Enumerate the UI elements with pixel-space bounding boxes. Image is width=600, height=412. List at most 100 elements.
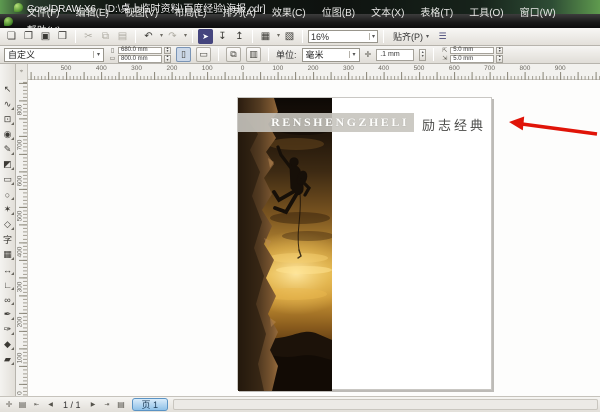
landscape-button[interactable]: ▭ bbox=[196, 47, 211, 62]
last-page-button[interactable]: ⇥ bbox=[102, 399, 113, 411]
table-tool-icon[interactable]: ▦ bbox=[0, 247, 15, 262]
drawing-area[interactable]: RENSHENGZHELI 励志经典 bbox=[28, 80, 600, 396]
ruler-ticks bbox=[28, 72, 600, 80]
menu-bar: 文件(F) 编辑(E) 视图(V) 布局(L) 排列(A) 效果(C) 位图(B) 文本(X)… bbox=[0, 8, 600, 37]
vruler-label: 100 bbox=[16, 352, 24, 364]
menu-item[interactable]: 表格(T) bbox=[412, 8, 461, 19]
page-height-field[interactable]: 800.0 mm bbox=[118, 55, 162, 63]
add-page-front-button[interactable]: ▤ bbox=[17, 399, 28, 411]
dimension-tool-icon[interactable]: ↔ bbox=[0, 262, 15, 277]
hruler-label: 100 bbox=[272, 65, 284, 72]
poster-cn-title[interactable]: 励志经典 bbox=[422, 115, 486, 134]
print-icon[interactable]: ❒ bbox=[55, 29, 70, 44]
current-page-icon: ▥ bbox=[249, 49, 258, 59]
poster-title-banner[interactable]: RENSHENGZHELI bbox=[238, 113, 414, 132]
hruler-label: 300 bbox=[131, 65, 143, 72]
menu-item[interactable]: 视图(V) bbox=[117, 8, 166, 19]
menu-item[interactable]: 编辑(E) bbox=[68, 8, 117, 19]
application-launcher-icon[interactable]: ▦ bbox=[258, 29, 280, 44]
fill-tool-icon[interactable]: ◆ bbox=[0, 337, 15, 352]
polygon-tool-icon[interactable]: ✶ bbox=[0, 202, 15, 217]
crop-tool-icon[interactable]: ⊡ bbox=[0, 112, 15, 127]
menu-item[interactable]: 窗口(W) bbox=[512, 8, 564, 19]
all-pages-button[interactable]: ⧉ bbox=[226, 47, 241, 62]
page-height-spinner[interactable]: ▲ ▼ bbox=[164, 55, 171, 63]
toolbar-separator bbox=[192, 30, 193, 43]
blend-tool-icon[interactable]: ∞ bbox=[0, 292, 15, 307]
ruler-origin[interactable]: ⌖ bbox=[16, 64, 28, 80]
zoom-level-select[interactable]: 16% ▾ bbox=[308, 30, 378, 43]
freehand-tool-icon[interactable]: ✎ bbox=[0, 142, 15, 157]
current-page-button[interactable]: ▥ bbox=[246, 47, 261, 62]
sunset-climb-illustration bbox=[238, 98, 332, 391]
propbar-separator bbox=[268, 48, 269, 61]
propbar-separator bbox=[433, 48, 435, 61]
basic-shapes-tool-icon[interactable]: ◇ bbox=[0, 217, 15, 232]
portrait-icon: ▯ bbox=[181, 49, 186, 59]
duplicate-y-spinner[interactable]: ▲ ▼ bbox=[496, 55, 504, 63]
export-icon[interactable]: ↥ bbox=[232, 29, 247, 44]
cut-icon[interactable]: ✂ bbox=[81, 29, 96, 44]
horizontal-scrollbar[interactable] bbox=[173, 399, 598, 410]
hruler-label: 700 bbox=[484, 65, 496, 72]
smart-fill-tool-icon[interactable]: ◩ bbox=[0, 157, 15, 172]
first-page-button[interactable]: ⇤ bbox=[31, 399, 42, 411]
next-page-button[interactable]: ▶ bbox=[88, 399, 99, 411]
previous-page-button[interactable]: ◀ bbox=[45, 399, 56, 411]
vruler-label: 600 bbox=[16, 175, 24, 187]
zoom-tool-icon[interactable]: ◉ bbox=[0, 127, 15, 142]
options-button[interactable]: ☰ bbox=[435, 29, 450, 44]
coreldraw-window: CorelDRAW X6 - [D:\桌上临时资料\百度经验\海报.cdr] 文… bbox=[0, 0, 600, 412]
page-tab[interactable]: 页 1 bbox=[131, 398, 169, 411]
chevron-down-icon: ▾ bbox=[426, 34, 430, 40]
duplicate-x-field[interactable]: 5.0 mm bbox=[450, 46, 495, 54]
pick-tool-icon[interactable]: ↖ bbox=[0, 82, 15, 97]
text-tool-icon[interactable]: 字 bbox=[0, 232, 15, 247]
chevron-down-icon: ▾ bbox=[348, 51, 356, 58]
ellipse-tool-icon[interactable]: ○ bbox=[0, 187, 15, 202]
toolbar-separator bbox=[75, 30, 76, 43]
page-width-spinner[interactable]: ▲ ▼ bbox=[164, 46, 171, 54]
units-select[interactable]: 毫米 ▾ bbox=[301, 47, 360, 62]
duplicate-x-spinner[interactable]: ▲ ▼ bbox=[496, 46, 504, 54]
nudge-offset-field[interactable]: .1 mm bbox=[376, 48, 415, 61]
menu-item[interactable]: 文件(F) bbox=[19, 8, 68, 19]
page-width-field[interactable]: 680.0 mm bbox=[118, 46, 162, 54]
welcome-screen-icon[interactable]: ▧ bbox=[282, 29, 297, 44]
import-icon[interactable]: ↧ bbox=[215, 29, 230, 44]
vertical-ruler[interactable]: 800 700 600 500 400 300 200 100 0 bbox=[16, 80, 28, 396]
redo-icon[interactable]: ↷ bbox=[165, 29, 187, 44]
menu-item[interactable]: 效果(C) bbox=[264, 8, 314, 19]
climber-photo[interactable] bbox=[238, 98, 332, 391]
menu-item[interactable]: 排列(A) bbox=[215, 8, 264, 19]
duplicate-y-icon: ⇲ bbox=[442, 56, 448, 63]
rectangle-tool-icon[interactable]: ▭ bbox=[0, 172, 15, 187]
duplicate-y-field[interactable]: 5.0 mm bbox=[450, 55, 495, 63]
paste-icon[interactable]: ▤ bbox=[115, 29, 130, 44]
new-document-icon[interactable]: ❏ bbox=[4, 29, 19, 44]
open-icon[interactable]: ❐ bbox=[21, 29, 36, 44]
poster-page[interactable]: RENSHENGZHELI 励志经典 bbox=[237, 97, 492, 391]
undo-icon[interactable]: ↶ bbox=[141, 29, 163, 44]
add-page-end-button[interactable]: ▤ bbox=[116, 399, 127, 411]
hruler-label: 400 bbox=[378, 65, 390, 72]
shape-tool-icon[interactable]: ∿ bbox=[0, 97, 15, 112]
menu-item[interactable]: 文本(X) bbox=[363, 8, 412, 19]
copy-icon[interactable]: ⧉ bbox=[98, 29, 113, 44]
connector-tool-icon[interactable]: ∟ bbox=[0, 277, 15, 292]
search-content-icon[interactable]: ➤ bbox=[198, 29, 213, 44]
menu-item[interactable]: 位图(B) bbox=[314, 8, 363, 19]
interactive-fill-tool-icon[interactable]: ▰ bbox=[0, 352, 15, 367]
toolbox: ↖ ∿ ⊡ ◉ ✎ ◩ ▭ ○ ✶ ◇ 字 ▦ ↔ ∟ ∞ ✒ ✑ ◆ ▰ bbox=[0, 64, 16, 396]
save-icon[interactable]: ▣ bbox=[38, 29, 53, 44]
horizontal-ruler[interactable]: 500 400 300 200 100 0 100 200 300 400 500 600 700 800… bbox=[28, 64, 600, 80]
hruler-label: 800 bbox=[519, 65, 531, 72]
outline-pen-tool-icon[interactable]: ✑ bbox=[0, 322, 15, 337]
menu-item[interactable]: 工具(O) bbox=[461, 8, 511, 19]
menu-item[interactable]: 布局(L) bbox=[166, 8, 214, 19]
snap-to-menu-button[interactable]: 贴齐(P) ▾ bbox=[389, 30, 433, 44]
eyedropper-tool-icon[interactable]: ✒ bbox=[0, 307, 15, 322]
page-preset-select[interactable]: 自定义 ▾ bbox=[4, 47, 104, 62]
portrait-button[interactable]: ▯ bbox=[176, 47, 191, 62]
nudge-spinner[interactable]: ▲ ▼ bbox=[419, 48, 427, 61]
